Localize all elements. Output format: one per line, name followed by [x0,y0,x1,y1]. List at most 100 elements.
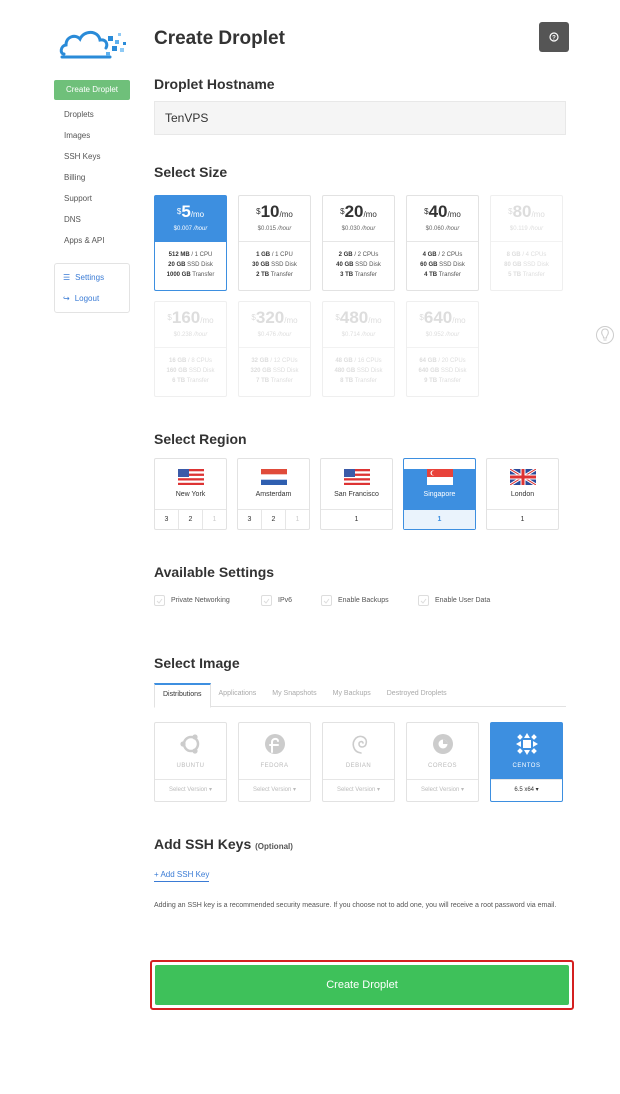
setting-private-networking[interactable]: Private Networking [154,595,230,606]
region-card-san-francisco[interactable]: San Francisco 1 [320,458,393,530]
size-cpu: / 16 CPUs [354,358,382,364]
setting-label: Enable Backups [338,597,389,604]
size-price-value: 10 [260,202,280,221]
size-hourly-value: $0.952 [425,332,444,338]
region-card-amsterdam[interactable]: Amsterdam 3 2 1 [237,458,310,530]
size-price-unit: /mo [447,210,461,219]
size-hourly-unit: /hour [361,332,376,338]
region-datacenter-number[interactable]: 2 [179,510,203,529]
size-card[interactable]: $5/mo $0.007 /hour 512 MB / 1 CPU 20 GB SSD… [154,195,227,291]
size-card: $640/mo $0.952 /hour 64 GB / 20 CPUs 640 GB… [406,301,479,397]
region-datacenter-number[interactable]: 1 [487,510,558,529]
checkbox[interactable] [418,595,429,606]
tab-destroyed-droplets[interactable]: Destroyed Droplets [379,683,455,706]
size-disk-label: SSD Disk [439,262,465,268]
sliders-icon: ☰ [63,273,71,282]
version-label: 6.5 x64 [514,787,534,793]
size-transfer-label: Transfer [438,272,461,278]
region-card-singapore[interactable]: Singapore 1 [403,458,476,530]
size-card[interactable]: $40/mo $0.060 /hour 4 GB / 2 CPUs 60 GB SSD… [406,195,479,291]
caret-down-icon: ▾ [461,787,465,793]
size-hourly-unit: /hour [277,332,292,338]
image-card-debian[interactable]: DEBIAN Select Version ▾ [322,722,395,802]
region-card-top: London [487,469,558,503]
region-datacenter-number[interactable]: 3 [155,510,179,529]
image-card-centos[interactable]: CENTOS 6.5 x64 ▾ [490,722,563,802]
sidebar-item-ssh-keys[interactable]: SSH Keys [54,146,130,167]
size-card[interactable]: $10/mo $0.015 /hour 1 GB / 1 CPU 30 GB SSD … [238,195,311,291]
region-datacenter-number[interactable]: 2 [262,510,286,529]
sidebar-account-box: ☰ Settings ↪ Logout [54,263,130,313]
centos-icon [515,733,538,755]
size-disk: 640 GB [418,368,440,374]
size-transfer-label: Transfer [270,272,293,278]
tab-applications[interactable]: Applications [211,683,265,706]
region-datacenters: 1 [321,509,392,529]
create-droplet-button[interactable]: Create Droplet [155,965,569,1005]
setting-ipv6[interactable]: IPv6 [261,595,292,606]
hostname-input[interactable] [154,101,566,135]
image-name: DEBIAN [345,763,372,769]
size-price-value: 80 [512,202,532,221]
size-ram: 48 GB [335,358,353,364]
size-price: $10/mo [256,202,293,221]
help-button[interactable]: ? [539,22,569,52]
sidebar-item-dns[interactable]: DNS [54,209,130,230]
version-select[interactable]: Select Version ▾ [407,779,478,801]
size-price-unit: /mo [284,316,298,325]
region-datacenter-number[interactable]: 1 [286,510,309,529]
sidebar-item-apps-api[interactable]: Apps & API [54,230,130,251]
size-hourly: $0.714 /hour [323,332,394,338]
tab-distributions[interactable]: Distributions [154,683,211,708]
checkbox[interactable] [261,595,272,606]
size-disk-label: SSD Disk [523,262,549,268]
caret-down-icon: ▾ [209,787,213,793]
region-datacenter-number[interactable]: 1 [203,510,226,529]
version-select[interactable]: Select Version ▾ [239,779,310,801]
tab-my-snapshots[interactable]: My Snapshots [264,683,324,706]
image-card-ubuntu[interactable]: UBUNTU Select Version ▾ [154,722,227,802]
sidebar-item-settings[interactable]: ☰ Settings [55,267,129,288]
image-card-fedora[interactable]: FEDORA Select Version ▾ [238,722,311,802]
version-select[interactable]: Select Version ▾ [323,779,394,801]
sidebar-item-support[interactable]: Support [54,188,130,209]
setting-enable-user-data[interactable]: Enable User Data [418,595,490,606]
image-card-coreos[interactable]: COREOS Select Version ▾ [406,722,479,802]
region-name: Amsterdam [255,491,292,498]
region-datacenter-number[interactable]: 1 [321,510,392,529]
sidebar-item-images[interactable]: Images [54,125,130,146]
region-datacenter-number[interactable]: 3 [238,510,262,529]
caret-down-icon: ▾ [293,787,297,793]
region-card-new-york[interactable]: New York 3 2 1 [154,458,227,530]
checkbox[interactable] [154,595,165,606]
size-card-price-box: $20/mo $0.030 /hour [323,196,394,242]
setting-enable-backups[interactable]: Enable Backups [321,595,389,606]
size-transfer: 6 TB [172,378,186,384]
sidebar-item-droplets[interactable]: Droplets [54,104,130,125]
region-card-top: San Francisco [321,469,392,503]
add-ssh-key-label: Add SSH Key [160,870,210,879]
region-card-london[interactable]: London 1 [486,458,559,530]
create-droplet-highlight: Create Droplet [150,960,574,1010]
size-price-value: 160 [171,308,201,327]
tab-my-backups[interactable]: My Backups [325,683,379,706]
sidebar-create-droplet[interactable]: Create Droplet [54,80,130,100]
size-disk: 40 GB [336,262,354,268]
sidebar-item-billing[interactable]: Billing [54,167,130,188]
version-select[interactable]: Select Version ▾ [155,779,226,801]
image-title: Select Image [154,655,240,671]
size-specs: 1 GB / 1 CPU 30 GB SSD Disk 2 TB Transfer [239,242,310,280]
size-price-unit: /mo [279,210,293,219]
size-transfer-label: Transfer [354,378,377,384]
add-ssh-key-link[interactable]: + Add SSH Key [154,870,210,882]
checkbox[interactable] [321,595,332,606]
version-select[interactable]: 6.5 x64 ▾ [491,779,562,801]
lightbulb-icon[interactable] [595,325,615,347]
size-hourly-unit: /hour [277,226,292,232]
region-datacenter-number[interactable]: 1 [404,510,475,529]
size-card[interactable]: $20/mo $0.030 /hour 2 GB / 2 CPUs 40 GB SSD… [322,195,395,291]
size-specs: 4 GB / 2 CPUs 60 GB SSD Disk 4 TB Transfer [407,242,478,280]
sidebar-item-logout[interactable]: ↪ Logout [55,288,129,309]
size-hourly-value: $0.238 [173,332,192,338]
digitalocean-logo[interactable] [58,24,130,60]
